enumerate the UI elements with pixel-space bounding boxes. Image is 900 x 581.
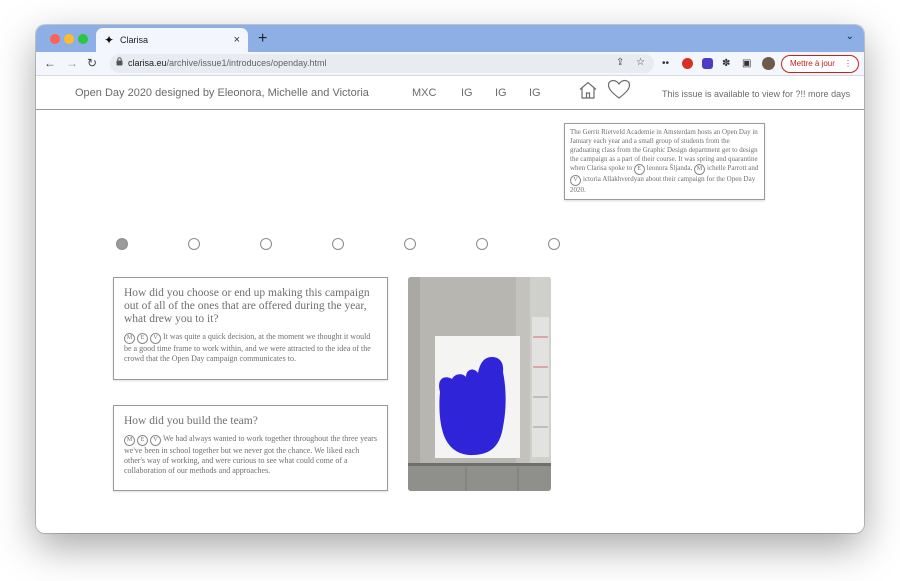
site-header: Open Day 2020 designed by Eleonora, Mich… <box>36 76 864 110</box>
window-close-button[interactable] <box>50 34 60 44</box>
initial-v-badge: V <box>150 435 161 446</box>
initial-e-badge: E <box>633 164 645 175</box>
page-dot-6[interactable] <box>476 238 488 250</box>
qa-card-2: How did you build the team? M E V We had al… <box>113 405 388 491</box>
answer-text: M E V We had always wanted to work together… <box>124 434 377 476</box>
poster-photo[interactable] <box>408 277 551 491</box>
sidebar-icon[interactable]: ▣ <box>742 58 751 70</box>
extension-badge-icon[interactable] <box>702 58 713 69</box>
page-dot-7[interactable] <box>548 238 560 250</box>
window-maximize-button[interactable] <box>78 34 88 44</box>
tab-title: Clarisa <box>120 35 149 45</box>
update-button[interactable]: Mettre à jour ⋮ <box>781 55 859 73</box>
nav-link-ig-3[interactable]: IG <box>529 86 541 100</box>
page-dot-3[interactable] <box>260 238 272 250</box>
page-dot-1[interactable] <box>116 238 128 250</box>
extension-record-icon[interactable] <box>682 58 693 69</box>
tab-strip: ✦ Clarisa × + ⌄ <box>36 25 864 52</box>
intro-text: ictoria Allakhverdyan about their campai… <box>570 175 756 194</box>
heart-icon[interactable] <box>607 79 631 105</box>
intro-text: leonora Šljanda, <box>646 164 695 172</box>
profile-avatar[interactable] <box>762 57 775 70</box>
tab-close-icon[interactable]: × <box>234 33 240 47</box>
answer-body: It was quite a quick decision, at the mo… <box>124 332 371 363</box>
window-minimize-button[interactable] <box>64 34 74 44</box>
nav-link-mxc[interactable]: MXC <box>412 86 436 100</box>
share-icon[interactable]: ⇪ <box>616 56 624 70</box>
extensions-puzzle-icon[interactable]: ✽ <box>722 58 730 70</box>
back-icon[interactable]: ← <box>44 55 56 71</box>
home-icon[interactable] <box>578 80 598 105</box>
update-button-label: Mettre à jour <box>790 59 835 68</box>
question-text: How did you choose or end up making this… <box>124 287 370 325</box>
browser-toolbar: ← → ↻ clarisa.eu/archive/issue1/introduc… <box>36 52 864 76</box>
new-tab-button[interactable]: + <box>258 29 267 49</box>
initial-m-badge: M <box>124 333 135 344</box>
initial-v-badge: V <box>570 175 581 186</box>
lock-icon <box>116 57 123 68</box>
initial-e-badge: E <box>137 333 148 344</box>
web-page: Open Day 2020 designed by Eleonora, Mich… <box>36 76 864 533</box>
tab-clarisa[interactable]: ✦ Clarisa × <box>96 28 248 52</box>
answer-text: M E V It was quite a quick decision, at the… <box>124 332 377 364</box>
url-path: /archive/issue1/introduces/openday.html <box>166 58 327 68</box>
answer-body: We had always wanted to work together th… <box>124 434 377 475</box>
more-menu-icon[interactable]: ⋮ <box>844 56 852 72</box>
page-dot-4[interactable] <box>332 238 344 250</box>
question-text: How did you build the team? <box>124 415 258 427</box>
forward-icon[interactable]: → <box>66 55 78 71</box>
intro-text: ichelle Parrott and <box>707 164 759 172</box>
browser-window: ✦ Clarisa × + ⌄ ← → ↻ clarisa.eu/archive… <box>36 25 864 533</box>
intro-box: The Gerrit Rietveld Academie in Amsterda… <box>564 123 765 200</box>
tab-search-chevron-icon[interactable]: ⌄ <box>846 31 854 42</box>
initial-m-badge: M <box>124 435 135 446</box>
page-dot-2[interactable] <box>188 238 200 250</box>
url-text[interactable]: clarisa.eu/archive/issue1/introduces/ope… <box>128 57 326 70</box>
poster-photo-image <box>408 277 551 491</box>
bookmark-star-icon[interactable]: ☆ <box>636 56 645 70</box>
address-bar[interactable]: clarisa.eu/archive/issue1/introduces/ope… <box>110 54 654 73</box>
initial-e-badge: E <box>137 435 148 446</box>
initial-m-badge: M <box>694 164 706 175</box>
nav-link-ig-2[interactable]: IG <box>495 86 507 100</box>
reload-icon[interactable]: ↻ <box>87 55 97 71</box>
clarisa-star-icon: ✦ <box>104 33 115 47</box>
qa-card-1: How did you choose or end up making this… <box>113 277 388 380</box>
extension-dots-icon[interactable]: •• <box>662 58 669 70</box>
initial-v-badge: V <box>150 333 161 344</box>
nav-link-ig-1[interactable]: IG <box>461 86 473 100</box>
page-dot-5[interactable] <box>404 238 416 250</box>
page-title: Open Day 2020 designed by Eleonora, Mich… <box>75 87 369 99</box>
availability-notice: This issue is available to view for ?!! … <box>662 89 851 99</box>
url-host: clarisa.eu <box>128 58 167 68</box>
